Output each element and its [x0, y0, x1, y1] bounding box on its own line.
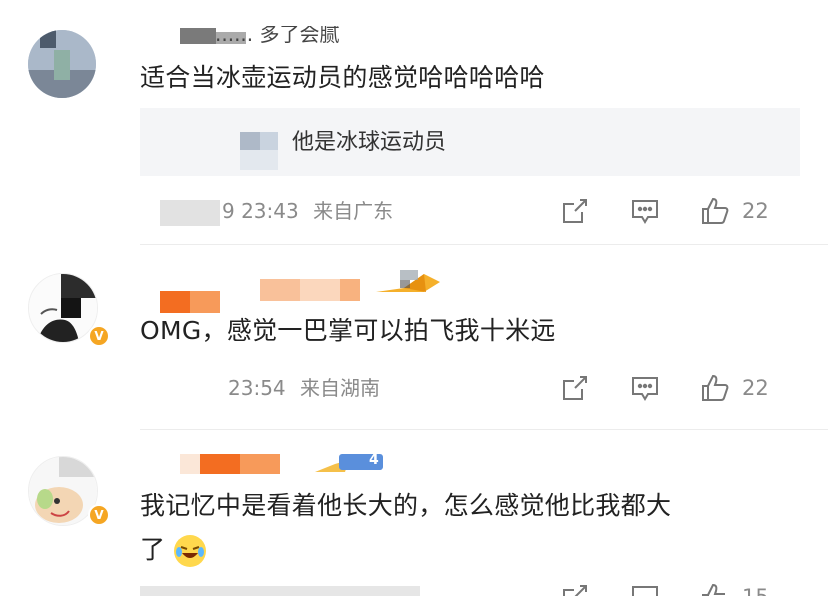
comment-actions: 22: [560, 196, 800, 226]
comment-text: OMG，感觉一巴掌可以拍飞我十米远: [140, 316, 556, 345]
avatar[interactable]: [28, 30, 96, 98]
share-icon[interactable]: [560, 582, 590, 596]
like-count: 22: [742, 376, 769, 400]
thumbs-up-icon[interactable]: [700, 582, 730, 596]
comment-actions: 22: [560, 373, 800, 403]
reply-text: 他是冰球运动员: [292, 130, 447, 155]
laughing-crying-emoji-icon: [173, 535, 206, 567]
comment-text-line-1: 我记忆中是看着他长大的，怎么感觉他比我都大: [140, 491, 672, 520]
comment-timestamp: 9 23:43: [222, 199, 299, 223]
comment-text-line-2-text: 了: [140, 535, 166, 564]
verified-badge: V: [88, 325, 110, 347]
comment-location: 来自广东: [313, 199, 394, 223]
thumbs-up-icon[interactable]: [700, 373, 730, 403]
comment-text: 适合当冰壶运动员的感觉哈哈哈哈哈: [140, 63, 545, 92]
share-icon[interactable]: [560, 196, 590, 226]
comment-time: 9 23:43 来自广东: [222, 198, 393, 224]
partial-username-text: ...... 多了会腻: [215, 22, 340, 46]
comment-item: V 4 我记忆中是看着他长大的，怎么感觉他比我都大 了: [0, 430, 828, 596]
level-badge-icon: [374, 270, 444, 296]
comment-actions: 15: [560, 582, 800, 596]
level-badge-icon: 4: [315, 450, 385, 474]
thumbs-up-icon[interactable]: [700, 196, 730, 226]
comment-icon[interactable]: [630, 196, 660, 226]
comment-time: 23:54 来自湖南: [228, 375, 380, 401]
comment-item: ...... 多了会腻 适合当冰壶运动员的感觉哈哈哈哈哈 他是冰球运动员 9 2…: [0, 0, 828, 245]
reply-username-mosaic: [240, 132, 298, 172]
username-mosaic: [180, 452, 300, 476]
like-count: 22: [742, 199, 769, 223]
comment-icon[interactable]: [630, 373, 660, 403]
comment-item: V OMG，感觉一巴掌可以拍飞我十米远 23:54 来自湖南 22: [0, 245, 828, 430]
comment-location: 来自湖南: [300, 376, 380, 400]
reply-box[interactable]: [140, 108, 800, 176]
share-icon[interactable]: [560, 373, 590, 403]
comment-timestamp: 23:54: [228, 376, 286, 400]
like-count: 15: [742, 582, 769, 596]
verified-badge: V: [88, 504, 110, 526]
level-badge-number: 4: [369, 452, 379, 468]
time-mosaic: [160, 200, 220, 226]
comment-icon[interactable]: [630, 582, 660, 596]
comment-text-line-2: 了: [140, 532, 206, 568]
